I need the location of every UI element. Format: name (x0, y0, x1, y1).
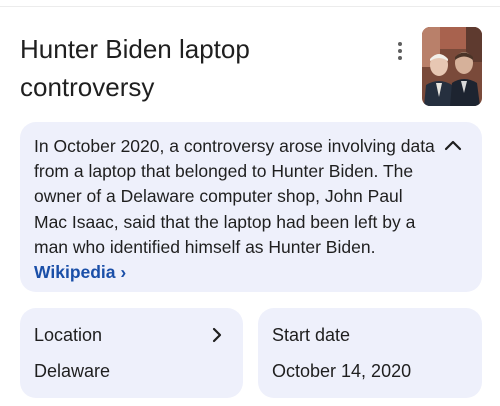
more-vert-icon[interactable] (389, 38, 411, 64)
page-title: Hunter Biden laptop controversy (20, 34, 250, 102)
chevron-up-icon[interactable] (442, 138, 464, 154)
start-date-label: Start date (272, 325, 351, 345)
chevron-right-icon[interactable] (211, 326, 223, 344)
top-divider (0, 6, 500, 7)
thumbnail-image[interactable] (422, 27, 482, 106)
location-label: Location (34, 325, 103, 345)
wikipedia-link[interactable]: Wikipedia › (34, 262, 126, 282)
location-card[interactable]: Location Delaware (20, 308, 243, 398)
location-value: Delaware (34, 361, 111, 381)
description-body: In October 2020, a controversy arose inv… (34, 136, 435, 257)
start-date-card: Start date October 14, 2020 (258, 308, 482, 398)
description-card: In October 2020, a controversy arose inv… (20, 122, 482, 292)
description-text: In October 2020, a controversy arose inv… (34, 134, 439, 285)
start-date-value: October 14, 2020 (272, 361, 412, 381)
